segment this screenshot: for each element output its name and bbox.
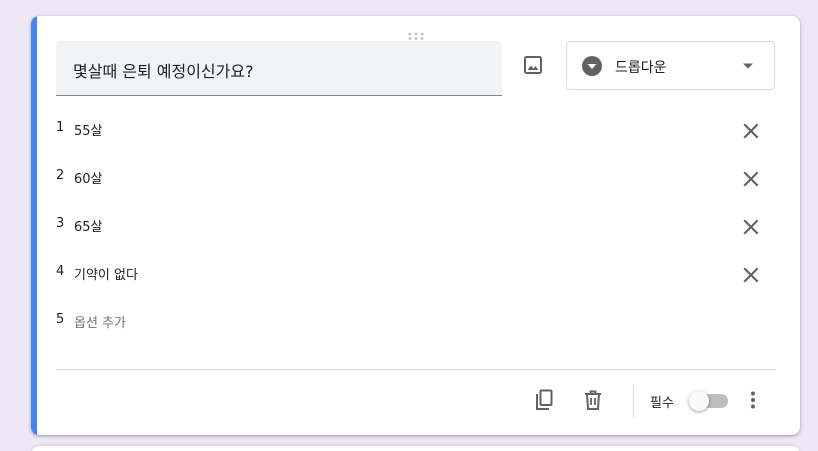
more-options-button[interactable] xyxy=(741,386,765,414)
copy-icon xyxy=(536,389,553,410)
remove-option-button[interactable] xyxy=(737,117,765,145)
question-title-input[interactable]: 몇살때 은퇴 예정이신가요? xyxy=(56,41,502,96)
add-image-button[interactable] xyxy=(516,48,550,82)
next-question-card[interactable] xyxy=(31,446,800,451)
drag-handle-icon[interactable] xyxy=(408,25,424,40)
remove-option-button[interactable] xyxy=(737,261,765,289)
option-row-2[interactable]: 2 60살 xyxy=(56,165,776,189)
option-number: 2 xyxy=(56,168,65,183)
close-icon xyxy=(743,123,759,139)
option-number: 5 xyxy=(56,312,65,327)
chevron-down-icon xyxy=(743,63,753,69)
close-icon xyxy=(743,219,759,235)
dropdown-circle-icon xyxy=(582,56,602,76)
active-card-indicator xyxy=(31,16,37,435)
delete-question-button[interactable] xyxy=(579,386,607,414)
question-card[interactable]: 몇살때 은퇴 예정이신가요? 드롭다운 1 55살 2 60살 3 65살 4 … xyxy=(31,16,800,435)
option-row-3[interactable]: 3 65살 xyxy=(56,213,776,237)
duplicate-question-button[interactable] xyxy=(530,386,558,414)
remove-option-button[interactable] xyxy=(737,213,765,241)
toggle-knob xyxy=(689,391,709,411)
trash-icon xyxy=(585,390,601,410)
form-editor-page: 몇살때 은퇴 예정이신가요? 드롭다운 1 55살 2 60살 3 65살 4 … xyxy=(0,0,818,451)
option-row-1[interactable]: 1 55살 xyxy=(56,117,776,141)
option-number: 4 xyxy=(56,264,65,279)
more-vertical-icon xyxy=(751,391,755,409)
question-type-label: 드롭다운 xyxy=(615,60,667,76)
required-label: 필수 xyxy=(650,396,674,411)
option-label[interactable]: 55살 xyxy=(74,120,103,139)
footer-separator xyxy=(633,385,634,417)
question-type-dropdown[interactable]: 드롭다운 xyxy=(566,41,775,90)
option-row-4[interactable]: 4 기약이 없다 xyxy=(56,261,776,285)
footer-divider xyxy=(56,369,776,370)
remove-option-button[interactable] xyxy=(737,165,765,193)
question-title-text: 몇살때 은퇴 예정이신가요? xyxy=(73,62,254,81)
add-option-link[interactable]: 옵션 추가 xyxy=(74,312,126,331)
option-number: 1 xyxy=(56,120,65,135)
image-icon xyxy=(524,56,542,74)
option-label[interactable]: 60살 xyxy=(74,168,103,187)
add-option-row[interactable]: 5 옵션 추가 xyxy=(56,309,776,333)
close-icon xyxy=(743,267,759,283)
option-number: 3 xyxy=(56,216,65,231)
option-label[interactable]: 기약이 없다 xyxy=(74,264,138,283)
option-label[interactable]: 65살 xyxy=(74,216,103,235)
required-toggle[interactable] xyxy=(689,391,728,411)
close-icon xyxy=(743,171,759,187)
